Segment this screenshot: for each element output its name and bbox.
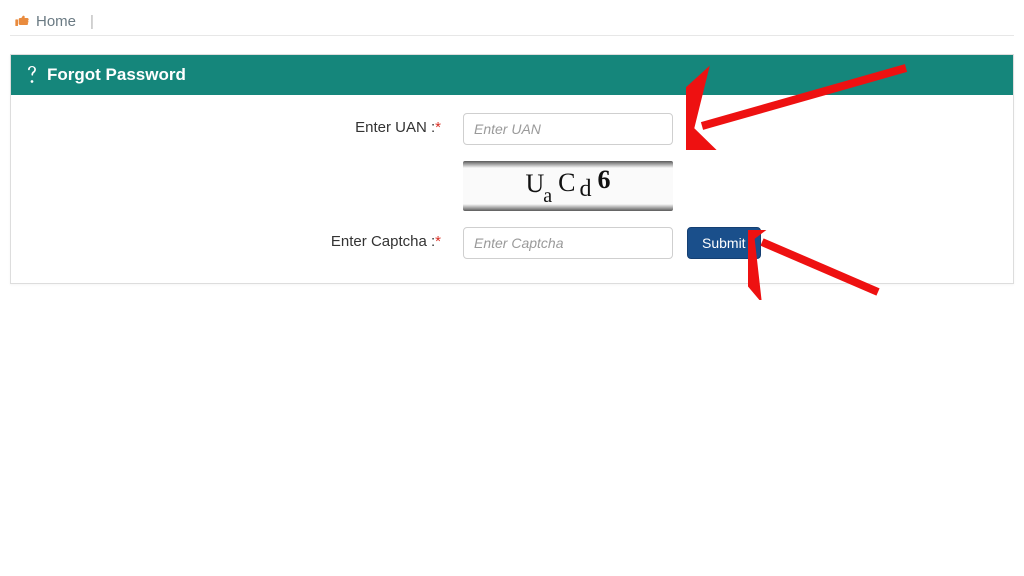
breadcrumb: Home | — [10, 8, 1014, 36]
panel-header: Forgot Password — [11, 55, 1013, 95]
hand-point-right-icon — [14, 14, 30, 30]
uan-input[interactable] — [463, 113, 673, 145]
uan-label: Enter UAN :* — [33, 113, 463, 143]
captcha-label: Enter Captcha :* — [33, 227, 463, 257]
captcha-image: UaCd6 — [463, 161, 673, 211]
breadcrumb-home-link[interactable]: Home — [36, 13, 76, 30]
captcha-text: UaCd6 — [525, 171, 610, 201]
captcha-input[interactable] — [463, 227, 673, 259]
required-asterisk: * — [435, 119, 441, 136]
question-icon — [25, 66, 39, 84]
panel-title: Forgot Password — [47, 65, 186, 85]
breadcrumb-separator: | — [90, 13, 94, 30]
required-asterisk: * — [435, 233, 441, 250]
submit-button[interactable]: Submit — [687, 227, 761, 259]
panel-body: Enter UAN :* UaCd6 Enter — [11, 95, 1013, 283]
forgot-password-panel: Forgot Password Enter UAN :* UaCd6 — [10, 54, 1014, 284]
